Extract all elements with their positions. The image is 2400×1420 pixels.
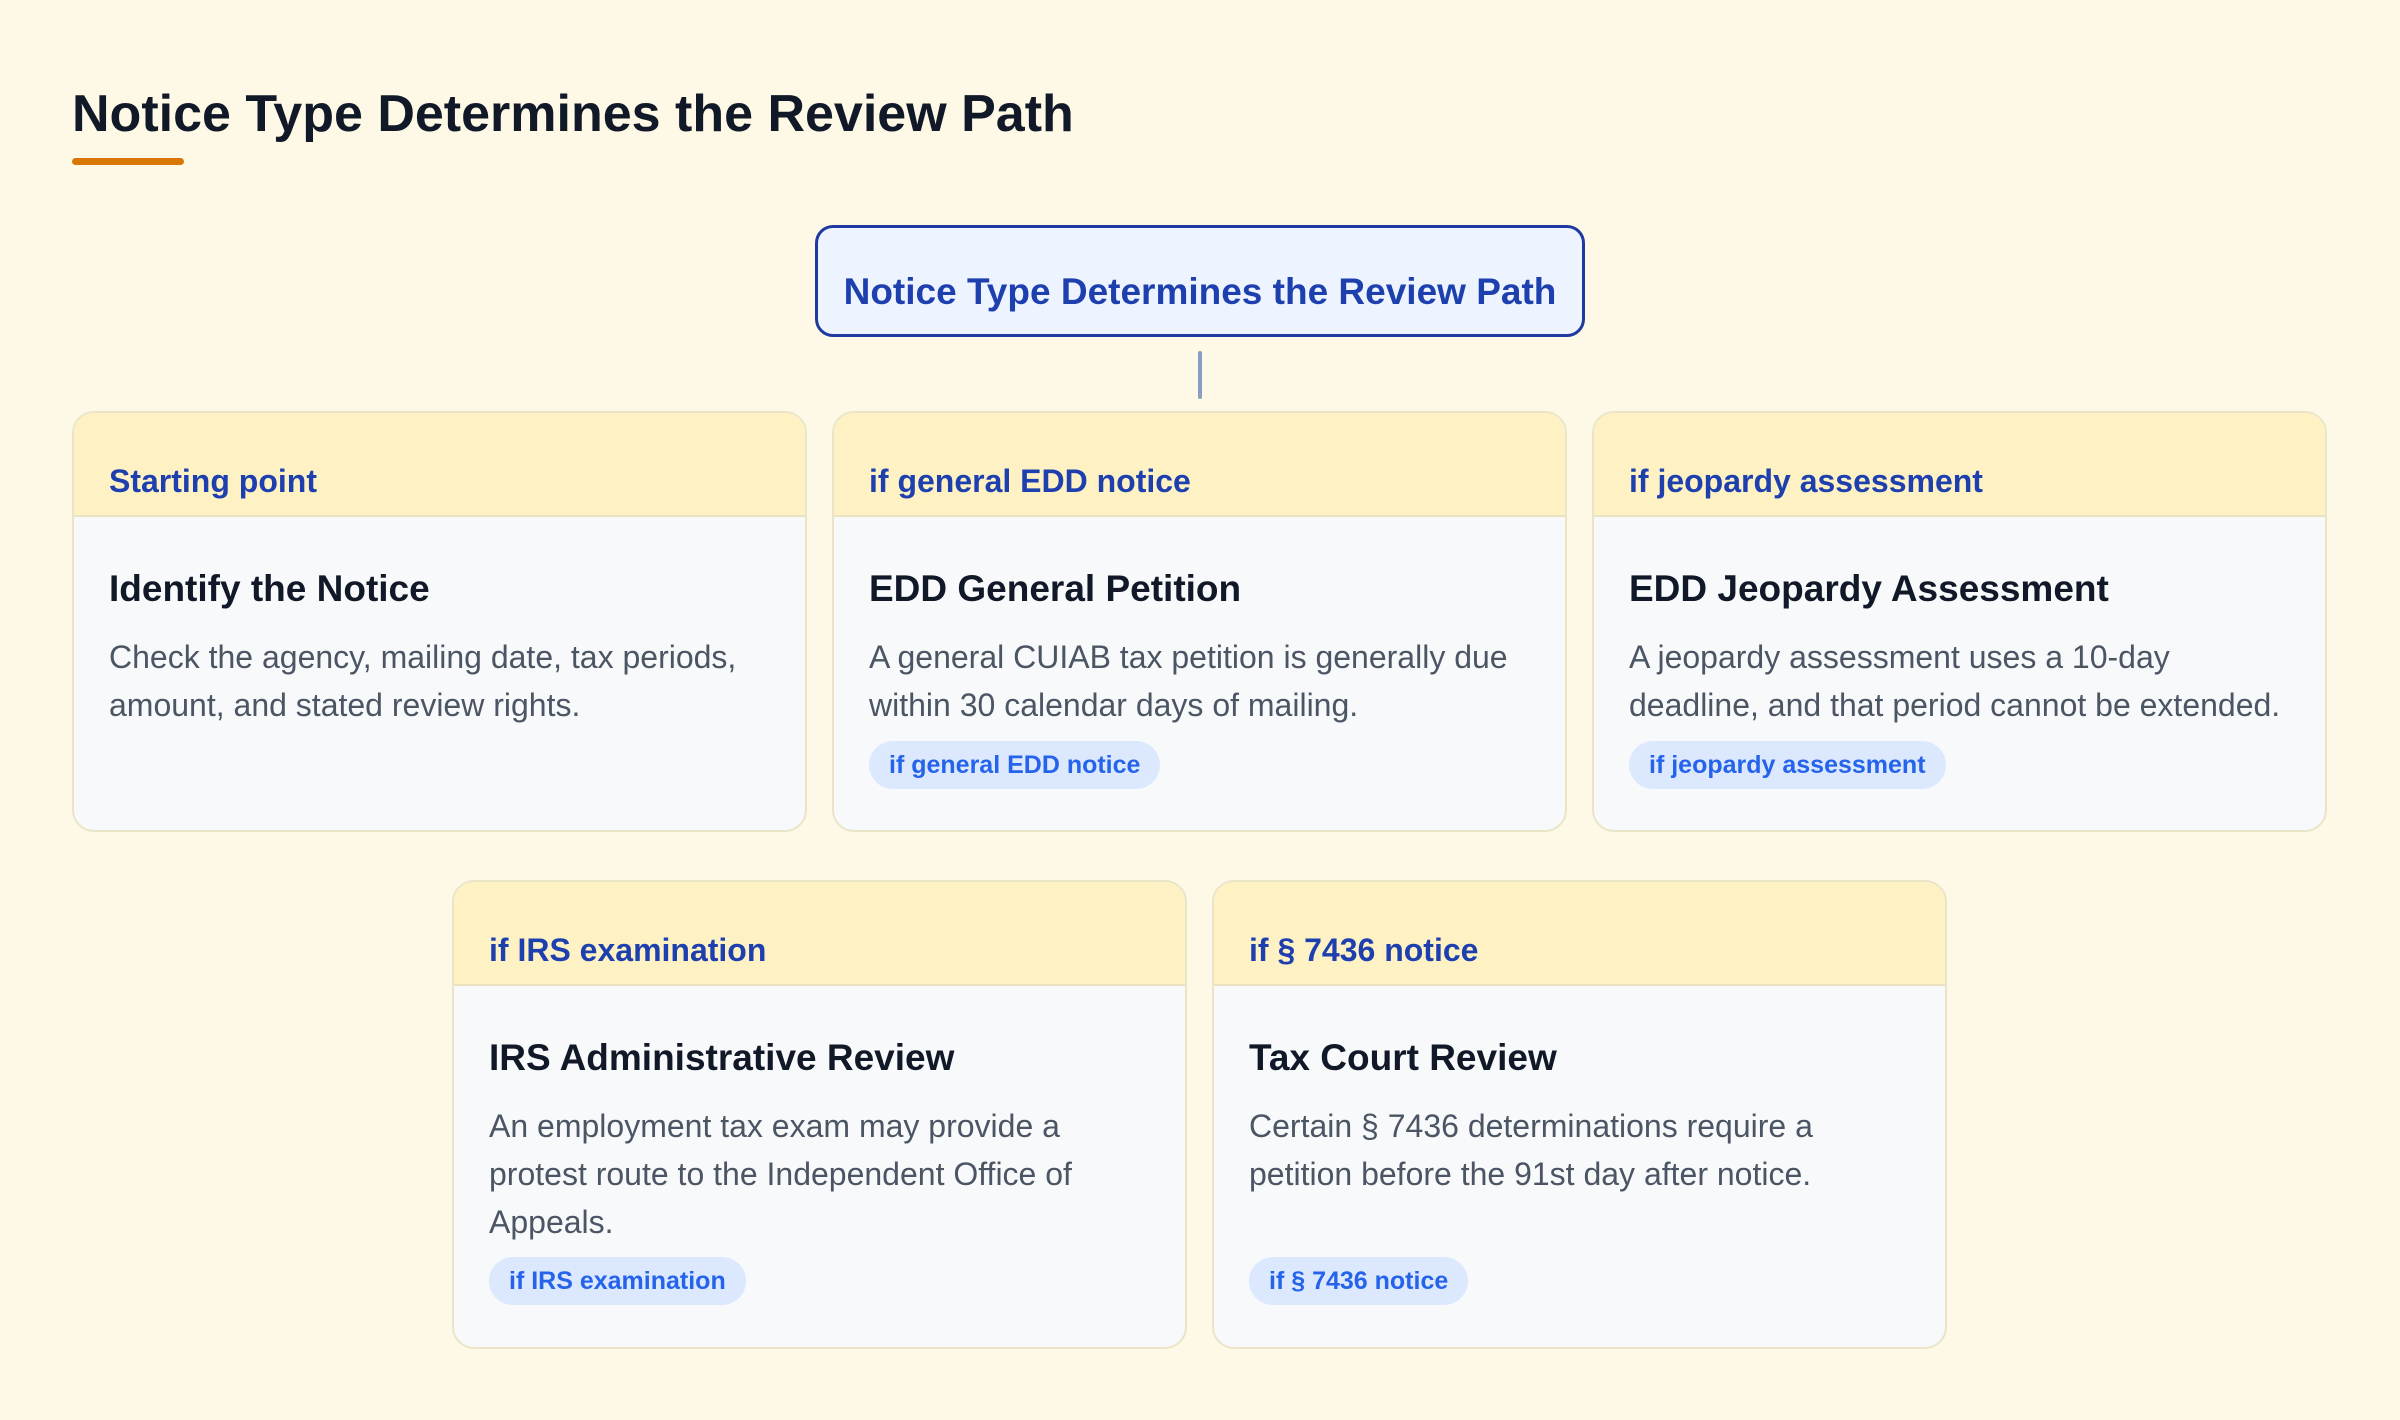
card-heading: IRS Administrative Review	[489, 1037, 955, 1078]
card-heading: EDD Jeopardy Assessment	[1629, 568, 2109, 609]
condition-tag: if IRS examination	[489, 1257, 746, 1305]
card-condition-label: if general EDD notice	[869, 463, 1191, 499]
card-description: An employment tax exam may provide a pro…	[489, 1108, 1072, 1240]
card-body: EDD General Petition A general CUIAB tax…	[834, 517, 1565, 729]
card-heading: Tax Court Review	[1249, 1037, 1557, 1078]
card-header: if IRS examination	[454, 882, 1185, 986]
card-tax-court-review: if § 7436 notice Tax Court Review Certai…	[1212, 880, 1947, 1349]
condition-tag: if § 7436 notice	[1249, 1257, 1469, 1305]
page-title: Notice Type Determines the Review Path	[72, 85, 1074, 143]
card-condition-label: if § 7436 notice	[1249, 932, 1479, 968]
condition-tag: if general EDD notice	[869, 741, 1161, 789]
card-description: A general CUIAB tax petition is generall…	[869, 639, 1508, 723]
card-edd-jeopardy-assessment: if jeopardy assessment EDD Jeopardy Asse…	[1592, 411, 2327, 832]
card-description: Check the agency, mailing date, tax peri…	[109, 639, 737, 723]
root-node-label: Notice Type Determines the Review Path	[843, 271, 1557, 312]
condition-tag: if jeopardy assessment	[1629, 741, 1946, 789]
root-node: Notice Type Determines the Review Path	[815, 225, 1585, 337]
card-heading: Identify the Notice	[109, 568, 430, 609]
card-description: A jeopardy assessment uses a 10-day dead…	[1629, 639, 2281, 723]
card-identify-notice: Starting point Identify the Notice Check…	[72, 411, 807, 832]
card-header: if jeopardy assessment	[1594, 413, 2325, 517]
card-header: if § 7436 notice	[1214, 882, 1945, 986]
card-condition-label: if IRS examination	[489, 932, 767, 968]
card-body: Identify the Notice Check the agency, ma…	[74, 517, 805, 729]
root-connector	[1198, 351, 1202, 399]
card-header: if general EDD notice	[834, 413, 1565, 517]
card-edd-general-petition: if general EDD notice EDD General Petiti…	[832, 411, 1567, 832]
card-body: Tax Court Review Certain § 7436 determin…	[1214, 986, 1945, 1198]
card-body: EDD Jeopardy Assessment A jeopardy asses…	[1594, 517, 2325, 729]
card-header: Starting point	[74, 413, 805, 517]
card-irs-administrative-review: if IRS examination IRS Administrative Re…	[452, 880, 1187, 1349]
card-description: Certain § 7436 determinations require a …	[1249, 1108, 1813, 1192]
card-heading: EDD General Petition	[869, 568, 1242, 609]
title-underline	[72, 158, 184, 165]
card-body: IRS Administrative Review An employment …	[454, 986, 1185, 1246]
card-condition-label: Starting point	[109, 463, 317, 499]
card-condition-label: if jeopardy assessment	[1629, 463, 1983, 499]
